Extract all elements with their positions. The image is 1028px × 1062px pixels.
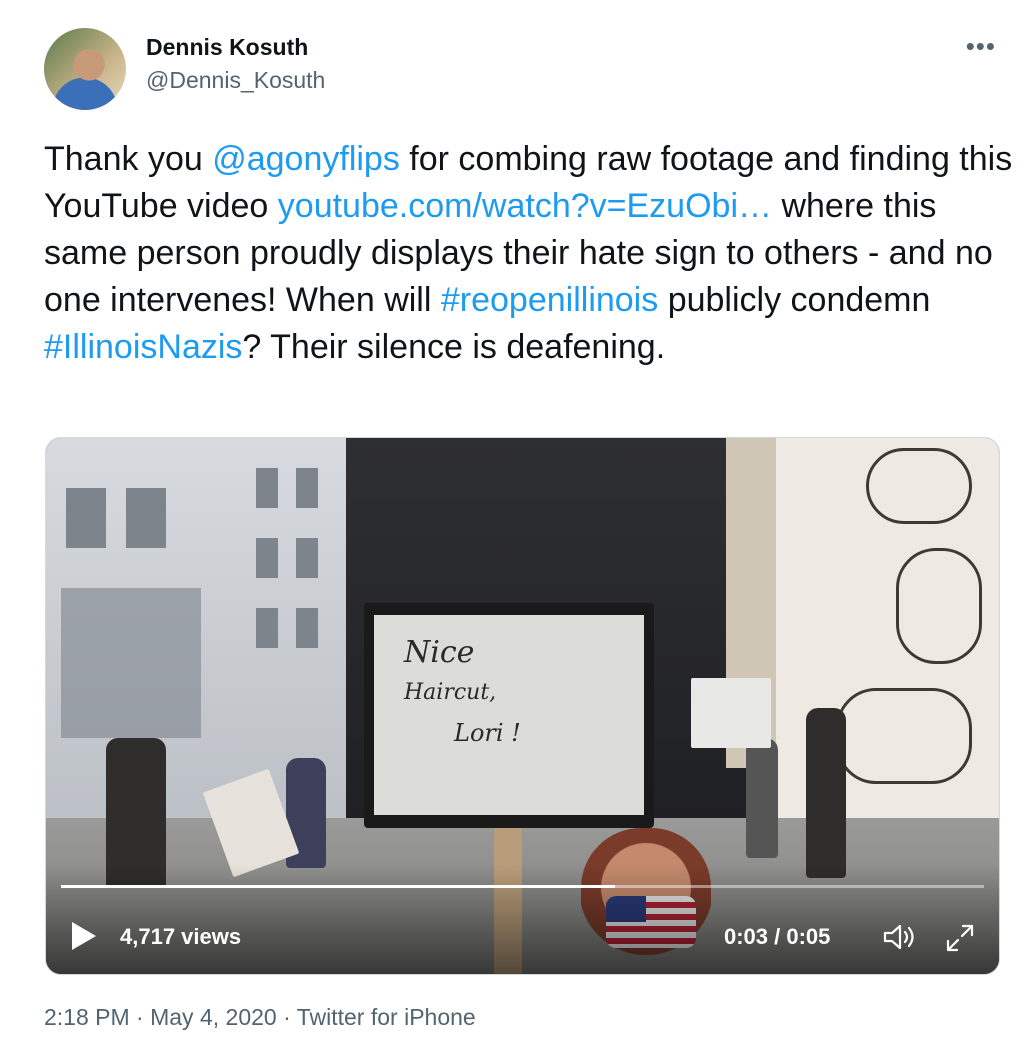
progress-bar-fill	[61, 885, 615, 888]
video-frame-person	[746, 738, 778, 858]
video-time: 0:03 / 0:05	[724, 924, 831, 949]
progress-bar[interactable]	[61, 885, 984, 888]
view-count: 4,717 views	[120, 924, 242, 949]
author-handle[interactable]: @Dennis_Kosuth	[146, 67, 325, 94]
video-player[interactable]: Nice Haircut, Lori ! 4,717 views 0:03 / …	[45, 437, 1000, 975]
hashtag-link[interactable]: #reopenillinois	[441, 281, 658, 319]
meta-separator: ·	[129, 1004, 151, 1030]
sign-text-line: Haircut,	[404, 680, 497, 705]
controls-shade	[46, 864, 999, 974]
tweet-text: Thank you @agonyflips for combing raw fo…	[44, 136, 1014, 371]
avatar[interactable]	[44, 28, 126, 110]
tweet-text-segment: ? Their silence is deafening.	[242, 328, 666, 366]
video-frame-person	[806, 708, 846, 878]
tweet-text-segment: Thank you	[44, 140, 213, 178]
video-frame-sign	[691, 678, 771, 748]
tweet-date[interactable]: May 4, 2020	[150, 1004, 277, 1030]
sign-text-line: Nice	[404, 635, 475, 670]
meta-separator: ·	[276, 1004, 297, 1030]
video-frame-protest-sign: Nice Haircut, Lori !	[364, 603, 654, 828]
volume-icon[interactable]	[882, 922, 918, 952]
fullscreen-icon[interactable]	[944, 922, 976, 954]
hashtag-link[interactable]: #IllinoisNazis	[44, 328, 242, 366]
sign-text-line: Lori !	[454, 719, 521, 747]
tweet-source: Twitter for iPhone	[296, 1004, 476, 1030]
tweet-text-segment: publicly condemn	[658, 281, 931, 319]
mention-link[interactable]: @agonyflips	[212, 140, 400, 178]
play-icon[interactable]	[72, 922, 96, 950]
tweet-time[interactable]: 2:18 PM	[44, 1004, 130, 1030]
more-icon[interactable]: •••	[966, 33, 996, 59]
author-name[interactable]: Dennis Kosuth	[146, 34, 308, 61]
tweet-meta: 2:18 PM · May 4, 2020 · Twitter for iPho…	[44, 1004, 476, 1031]
url-link[interactable]: youtube.com/watch?v=EzuObi…	[278, 187, 772, 225]
